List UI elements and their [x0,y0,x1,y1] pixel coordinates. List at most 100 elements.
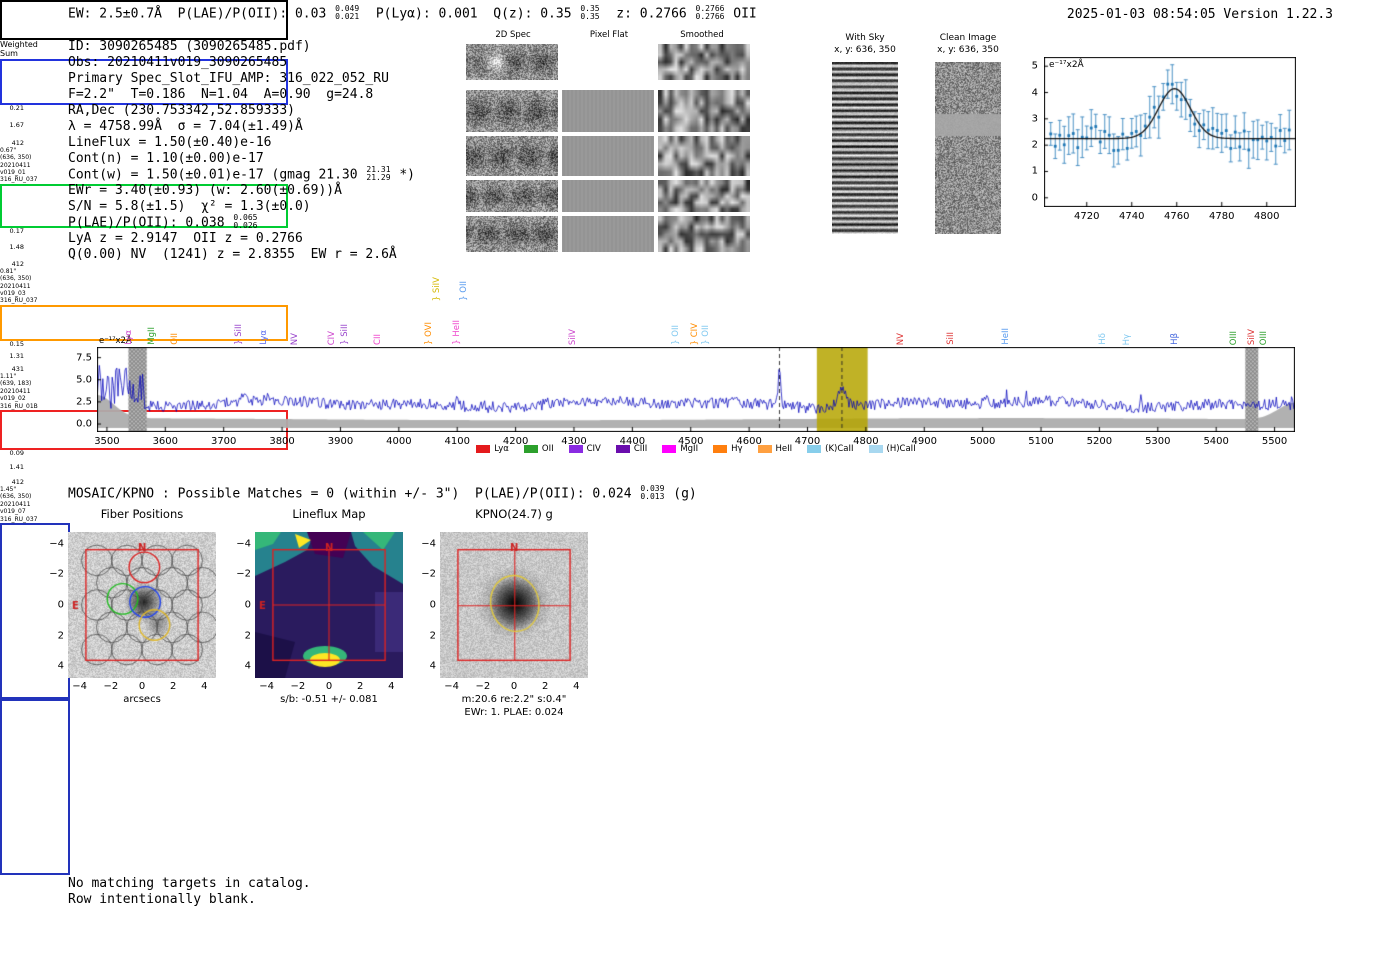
text-segment: Obs: 20210411v019_3090265485 [68,55,288,70]
cutout-x-tick-label: −4 [444,681,460,692]
legend-swatch [807,445,822,453]
cutout-y-tick-label: 4 [429,660,436,672]
text-segment: RA,Dec (230.753342,52.859333) [68,103,295,118]
spec2d-left-label: 1.31 [9,352,24,361]
text-segment: λ = 4758.99Å σ = 7.04(±1.49)Å [68,119,303,134]
text-segment: S/N = 5.8(±1.5) χ² = 1.3(±0.0) [68,199,311,214]
legend-item: OII [523,444,554,454]
text-segment: MOSAIC/KPNO : Possible Matches = 0 (with… [68,486,640,502]
sky-panel-title: With Sky [845,33,885,43]
spectrum-y-tick-label: 0.0 [76,418,92,430]
emission-line-label: CII [372,334,383,345]
spec2d-right-label: 316_RU_037 [0,515,38,523]
footer-no-match: No matching targets in catalog. [68,876,311,891]
legend-swatch [662,445,677,453]
cutout-x-tick-label: 0 [138,681,146,692]
emission-line-label: OIII [1259,330,1270,345]
emission-line-label: Hδ [1097,333,1108,345]
cutout-y-tick-label: 2 [429,630,436,642]
spec2d-cell-smoothed [658,216,750,252]
spec2d-left-label: 1.41 [9,463,24,472]
cutout-y-tick-label: 0 [429,599,436,611]
full-spectrum-plot [97,347,1295,432]
spec2d-cell-pixelflat [562,216,654,252]
spec2d-col-header: 2D Spec [495,30,531,40]
text-segment: EW: 2.5±0.7Å P(LAE)/P(OII): 0.03 [68,6,335,22]
legend-swatch [868,445,883,453]
sky-panel-subtitle: x, y: 636, 350 [937,45,999,55]
legend-label: MgII [680,444,699,454]
cutout-x-tick-label: 0 [325,681,333,692]
text-segment: LyA z = 2.9147 OII z = 0.2766 [68,231,303,246]
spec2d-cell-2dspec [466,136,558,176]
legend-swatch [476,445,491,453]
spec2d-left-labels: 0.21 1.67 412 [0,103,24,147]
zoom-y-tick-label: 0 [1031,192,1038,204]
legend-item: CIV [568,444,601,454]
spec2d-right-label: 20210411 [0,282,31,290]
text-segment: EWr = 3.40(±0.93) (w: 2.60(±0.69))Å [68,183,342,198]
legend-swatch [713,445,728,453]
zoom-y-tick-label: 1 [1031,165,1038,177]
text-segment: Primary Spec_Slot_IFU_AMP: 316_022_052_R… [68,71,389,86]
spec2d-right-label: 316_RU_037 [0,297,38,305]
cutout-y-tick-label: −2 [421,568,436,580]
spec2d-left-label: 412 [11,259,24,268]
cutout-image-lineflux [255,532,403,678]
emission-line-label: Hβ [1170,333,1181,345]
cutout-y-tick-label: −4 [49,538,64,550]
stacked-fraction: 0.039 0.013 [640,484,665,501]
cutout-image-fiber [68,532,216,678]
spec2d-left-label: 412 [11,477,24,486]
legend-item: (H)CaII [868,444,916,454]
cutout-y-tick-label: −2 [236,568,251,580]
info-line: Primary Spec_Slot_IFU_AMP: 316_022_052_R… [68,71,389,87]
spectrum-y-tick-label: 7.5 [76,352,92,364]
zoom-x-tick-label: 4800 [1254,211,1280,222]
cutout-x-tick-label: 4 [573,681,580,692]
spec2d-right-label: 0.81" [0,267,17,275]
text-segment: Q(0.00) NV (1241) z = 2.8355 EW r = 2.6Å [68,247,397,262]
zoom-x-tick-label: 4720 [1074,211,1100,222]
spec2d-left-label: 0.21 [9,103,24,112]
cutout-xlabel-lineflux: s/b: -0.51 +/- 0.081 [280,694,378,705]
text-segment: F=2.2" T=0.186 N=1.04 A=0.90 g=24.8 [68,87,374,102]
zoom-x-tick-label: 4780 [1209,211,1235,222]
legend-item: Hγ [713,444,743,454]
spectrum-y-tick-label: 2.5 [76,396,92,408]
spec2d-right-label: v019_03 [0,290,26,298]
stacked-fraction: 0.2766 0.2766 [695,4,725,21]
cutout-y-tick-label: −4 [236,538,251,550]
emission-line-label: OII [169,333,180,345]
spec2d-left-label: 1.48 [9,243,24,252]
cutout-y-tick-label: −2 [49,568,64,580]
cutout-title-kpno: KPNO(24.7) g [475,507,553,521]
mosaic-matches-line: MOSAIC/KPNO : Possible Matches = 0 (with… [68,484,697,503]
emission-line-label: } SiII [340,324,351,345]
sky-panel-frame [0,698,70,875]
zoom-x-tick-label: 4760 [1164,211,1190,222]
spec2d-cell-2dspec [466,44,558,80]
info-line: λ = 4758.99Å σ = 7.04(±1.49)Å [68,119,303,135]
spec2d-left-label: 0.15 [9,339,24,348]
legend-swatch [523,445,538,453]
info-line: P(LAE)/P(OII): 0.038 0.065 0.026 [68,214,258,232]
text-segment: ID: 3090265485 (3090265485.pdf) [68,39,311,54]
emission-line-label: HeII [1001,328,1011,345]
spec2d-cell-pixelflat [562,180,654,212]
info-line: Cont(w) = 1.50(±0.01)e-17 (gmag 21.30 21… [68,165,415,184]
emission-line-label: Lyα [124,330,135,345]
cutout-y-tick-label: −4 [421,538,436,550]
cutout-y-tick-label: 4 [57,660,64,672]
emission-line-label: CIV [327,330,338,345]
legend-item: (K)CaII [807,444,854,454]
cutout-y-tick-label: 2 [244,630,251,642]
stacked-fraction: 21.31 21.29 [366,165,391,182]
cutout-xlabel-fiber: arcsecs [123,694,161,705]
emission-line-label: SiII [946,332,957,345]
spec2d-cell-2dspec [466,216,558,252]
legend-label: HeII [775,444,793,454]
cutout-x-tick-label: −2 [290,681,306,692]
emission-line-label: NV [895,332,906,345]
spec2d-row-frame [0,304,288,341]
